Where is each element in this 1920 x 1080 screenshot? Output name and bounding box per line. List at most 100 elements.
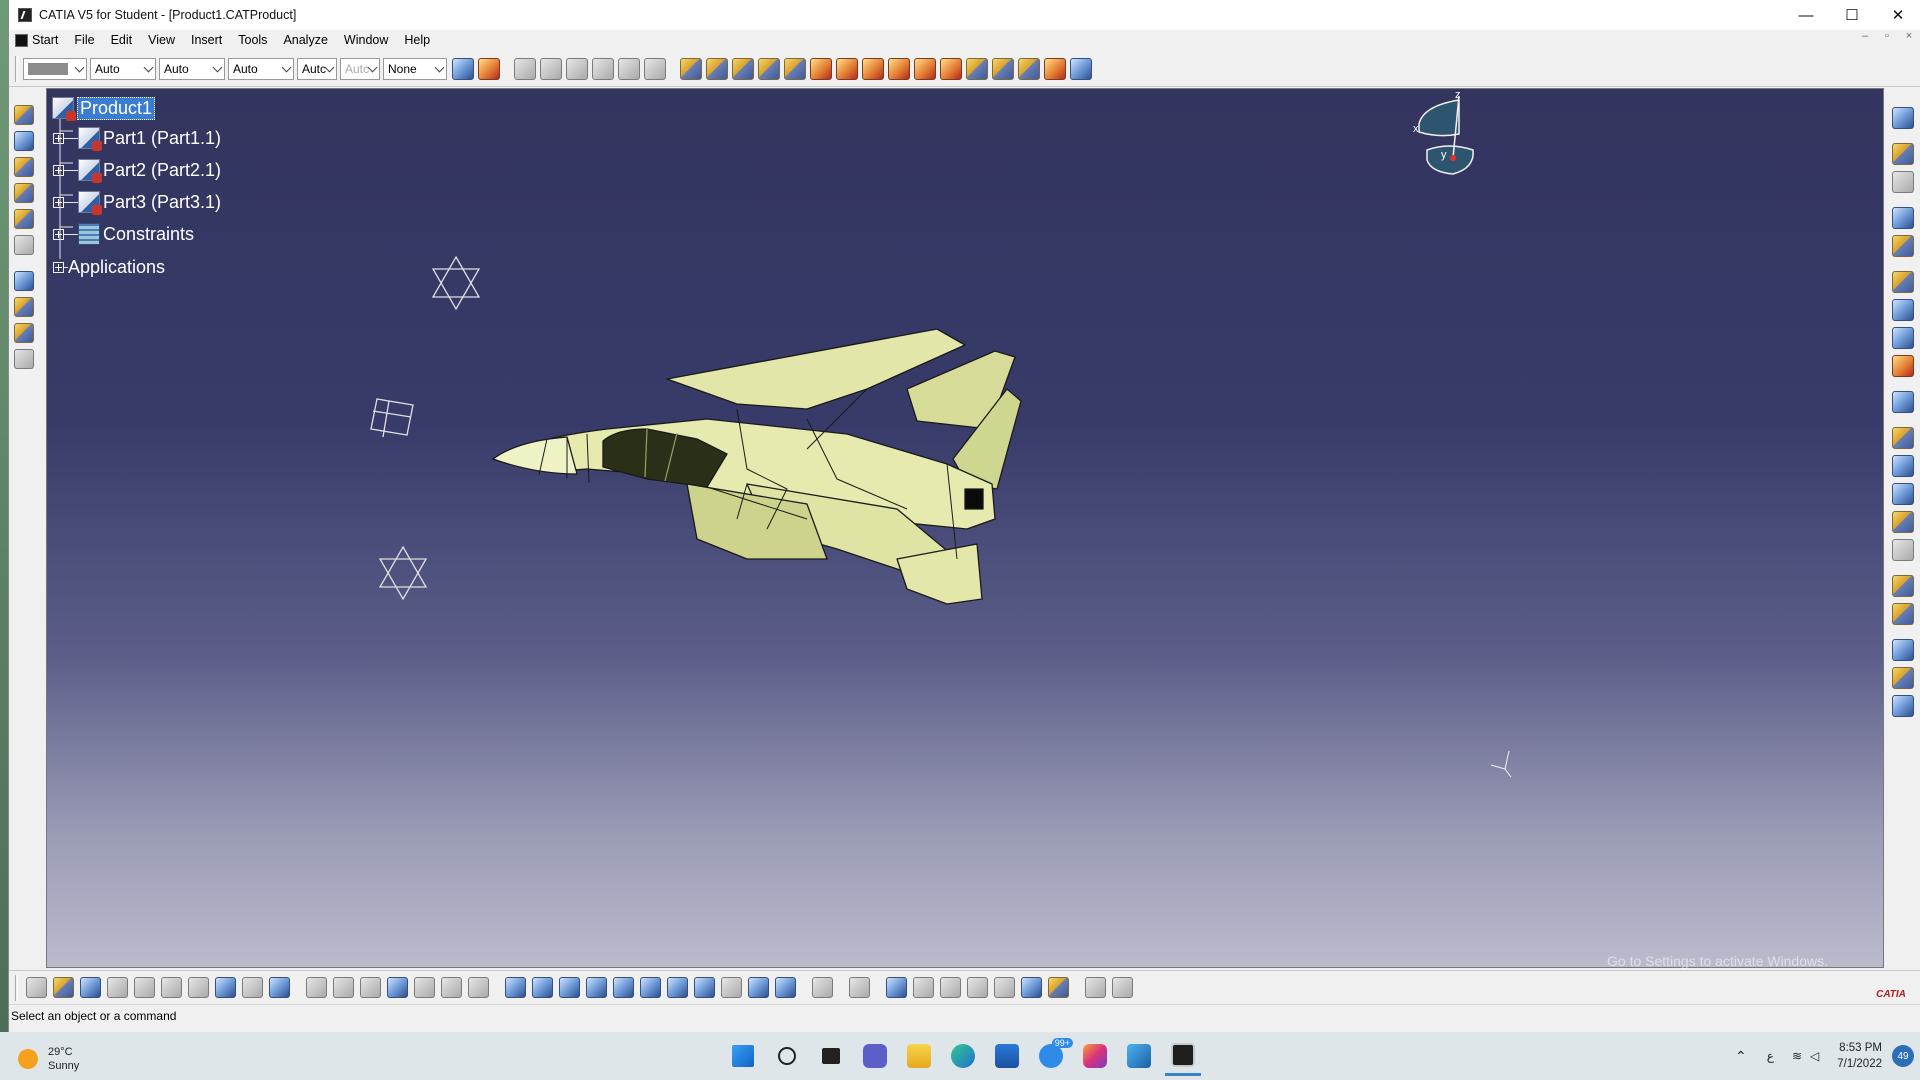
formula-icon[interactable] (1892, 667, 1914, 689)
multi-instantiation-icon[interactable] (14, 183, 34, 203)
fix-component-icon[interactable] (914, 57, 936, 80)
clash-analysis-icon[interactable] (14, 297, 34, 317)
expand-icon[interactable] (53, 132, 64, 144)
notification-count-badge[interactable]: 49 (1892, 1045, 1914, 1067)
fly-mode-icon[interactable] (505, 977, 526, 998)
design-table-icon[interactable] (1892, 695, 1914, 717)
new-part-icon[interactable] (566, 57, 588, 80)
forward-icon[interactable] (940, 977, 961, 998)
knowledge-advisor-icon[interactable] (333, 977, 354, 998)
store-button[interactable] (989, 1036, 1025, 1076)
toolbar-handle[interactable] (15, 974, 18, 1001)
graph-tree-reorder-icon[interactable] (644, 57, 666, 80)
edge-button[interactable] (945, 1036, 981, 1076)
manipulation-icon[interactable] (680, 57, 702, 80)
tree-node-part1[interactable]: Part1 (Part1.1) (53, 125, 221, 151)
messenger-button[interactable]: 99+ (1033, 1036, 1073, 1076)
color-combo[interactable] (23, 57, 87, 80)
doc-close-button[interactable]: × (1901, 30, 1917, 42)
wifi-icon[interactable]: ≋ (1792, 1049, 1802, 1063)
hierarchy-icon[interactable] (468, 977, 489, 998)
measure-inertia-icon[interactable] (1892, 327, 1914, 349)
swap-space-icon[interactable] (775, 977, 796, 998)
axis-system-icon[interactable] (1070, 57, 1092, 80)
iso-view-icon[interactable] (694, 977, 715, 998)
transparency-combo[interactable]: Auto (90, 57, 156, 80)
stop-manipulate-icon[interactable] (784, 57, 806, 80)
weather-widget[interactable]: 29°C Sunny (18, 1045, 79, 1073)
fit-all-icon[interactable] (532, 977, 553, 998)
open-folder-icon[interactable] (53, 977, 74, 998)
compute-clash-icon[interactable] (1892, 483, 1914, 505)
line-thickness-combo[interactable]: Auto (159, 57, 225, 80)
snap-icon[interactable] (706, 57, 728, 80)
sectioning-icon[interactable] (14, 323, 34, 343)
tree-label-part1[interactable]: Part1 (Part1.1) (103, 128, 221, 149)
measure-item-icon[interactable] (1892, 299, 1914, 321)
update-icon[interactable] (1892, 207, 1914, 229)
paint-brush-icon[interactable] (452, 57, 474, 80)
3d-viewport[interactable]: z x y Product1 Part1 (Part1.1) Part2 (Pa… (46, 88, 1884, 968)
measure-between-icon[interactable] (1892, 271, 1914, 293)
menu-view[interactable]: View (140, 33, 183, 47)
undo-icon[interactable] (215, 977, 236, 998)
properties-painter-icon[interactable] (478, 57, 500, 80)
new-file-icon[interactable] (26, 977, 47, 998)
catalog-browser-icon[interactable] (1892, 427, 1914, 449)
expand-icon[interactable] (53, 228, 64, 240)
maximize-button[interactable]: ☐ (1829, 0, 1875, 30)
zoom-in-icon[interactable] (613, 977, 634, 998)
measure-distance-icon[interactable] (1085, 977, 1106, 998)
existing-component-icon[interactable] (592, 57, 614, 80)
photos-button[interactable] (1121, 1036, 1157, 1076)
tree-node-applications[interactable]: Applications (53, 254, 165, 280)
change-constraint-icon[interactable] (1018, 57, 1040, 80)
shading-icon[interactable] (721, 977, 742, 998)
pan-icon[interactable] (559, 977, 580, 998)
close-button[interactable]: ✕ (1875, 0, 1920, 30)
print-icon[interactable] (107, 977, 128, 998)
paste-icon[interactable] (188, 977, 209, 998)
menu-file[interactable]: File (66, 33, 102, 47)
publication-icon[interactable] (1892, 511, 1914, 533)
hide-show-icon[interactable] (748, 977, 769, 998)
tools-icon[interactable] (1892, 539, 1914, 561)
catalog-icon[interactable] (441, 977, 462, 998)
scenes-icon[interactable] (1892, 355, 1914, 377)
angle-constraint-icon[interactable] (888, 57, 910, 80)
tree-expand-icon[interactable] (14, 271, 34, 291)
table-icon[interactable] (387, 977, 408, 998)
tree-label-product1[interactable]: Product1 (77, 96, 156, 120)
tree-node-part3[interactable]: Part3 (Part3.1) (53, 189, 221, 215)
smart-move-icon[interactable] (732, 57, 754, 80)
workbench-icon[interactable] (1892, 107, 1914, 129)
tree-label-part2[interactable]: Part2 (Part2.1) (103, 160, 221, 181)
insert-component-icon[interactable] (514, 57, 536, 80)
fast-multi-instantiation-icon[interactable] (14, 209, 34, 229)
rewind-icon[interactable] (913, 977, 934, 998)
menu-analyze[interactable]: Analyze (275, 33, 335, 47)
doc-restore-button[interactable]: ▫ (1879, 30, 1895, 42)
tree-node-part2[interactable]: Part2 (Part2.1) (53, 157, 221, 183)
new-product-icon[interactable] (540, 57, 562, 80)
lighting-icon[interactable] (1021, 977, 1042, 998)
reuse-pattern-icon[interactable] (1044, 57, 1066, 80)
publish-icon[interactable] (1112, 977, 1133, 998)
doc-minimize-button[interactable]: – (1857, 30, 1873, 42)
menu-insert[interactable]: Insert (183, 33, 230, 47)
update-all-icon[interactable] (1892, 235, 1914, 257)
catia-taskbar-button[interactable] (1165, 1036, 1201, 1076)
select-options-icon[interactable] (1892, 171, 1914, 193)
menu-help[interactable]: Help (396, 33, 438, 47)
expand-icon[interactable] (53, 261, 64, 273)
tree-label-constraints[interactable]: Constraints (103, 224, 194, 245)
clock[interactable]: 8:53 PM 7/1/2022 (1837, 1040, 1882, 1072)
whats-this-icon[interactable] (269, 977, 290, 998)
file-explorer-button[interactable] (901, 1036, 937, 1076)
rendering-combo[interactable]: Autc (340, 57, 380, 80)
tree-label-part3[interactable]: Part3 (Part3.1) (103, 192, 221, 213)
rotate-icon[interactable] (586, 977, 607, 998)
bill-of-material-icon[interactable] (14, 157, 34, 177)
toolbar-handle[interactable] (15, 55, 18, 82)
offset-constraint-icon[interactable] (862, 57, 884, 80)
